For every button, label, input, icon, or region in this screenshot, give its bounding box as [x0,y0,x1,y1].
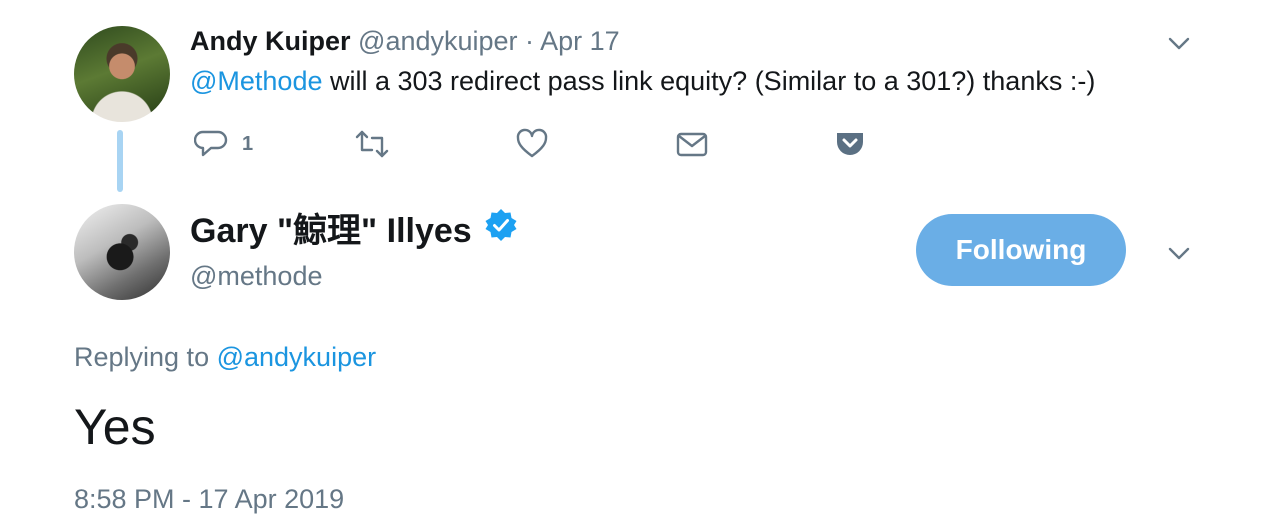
avatar-andy-kuiper[interactable] [74,26,170,122]
following-button[interactable]: Following [916,214,1126,286]
reply-count: 1 [242,132,254,155]
tweet-timestamp[interactable]: 8:58 PM - 17 Apr 2019 [74,482,344,516]
main-tweet-menu-chevron-icon[interactable] [1166,240,1192,266]
pocket-icon [834,128,866,160]
retweet-icon [354,128,390,160]
retweet-button[interactable] [354,126,390,162]
parent-tweet-body: will a 303 redirect pass link equity? (S… [322,66,1096,96]
like-icon [515,128,549,160]
direct-message-button[interactable] [675,126,709,162]
tweet-detail-view: Andy Kuiper @andykuiper · Apr 17 @Method… [0,0,1262,532]
parent-display-name[interactable]: Andy Kuiper [190,26,351,56]
avatar-gary-illyes[interactable] [74,204,170,300]
like-button[interactable] [515,126,549,162]
replying-prefix: Replying to [74,342,217,372]
parent-tweet-menu-chevron-icon[interactable] [1166,30,1192,56]
parent-date[interactable]: Apr 17 [540,26,620,56]
meta-separator: · [525,26,535,56]
verified-badge-icon [484,208,518,253]
main-tweet-text: Yes [74,399,156,455]
mention-link[interactable]: @Methode [190,66,322,96]
parent-tweet-text: @Methode will a 303 redirect pass link e… [190,64,1095,98]
main-author-name-row: Gary "鯨理" Illyes [190,208,518,253]
reply-icon [194,128,228,160]
pocket-button[interactable] [834,126,866,162]
thread-connector-line [117,130,123,192]
reply-button[interactable]: 1 [194,126,253,162]
parent-handle[interactable]: @andykuiper [358,26,518,56]
replying-to-link[interactable]: @andykuiper [217,342,377,372]
main-handle[interactable]: @methode [190,258,322,294]
direct-message-icon [675,128,709,160]
replying-to-line: Replying to @andykuiper [74,340,376,374]
parent-tweet-header: Andy Kuiper @andykuiper · Apr 17 [190,24,620,58]
main-display-name[interactable]: Gary "鯨理" Illyes [190,209,472,253]
